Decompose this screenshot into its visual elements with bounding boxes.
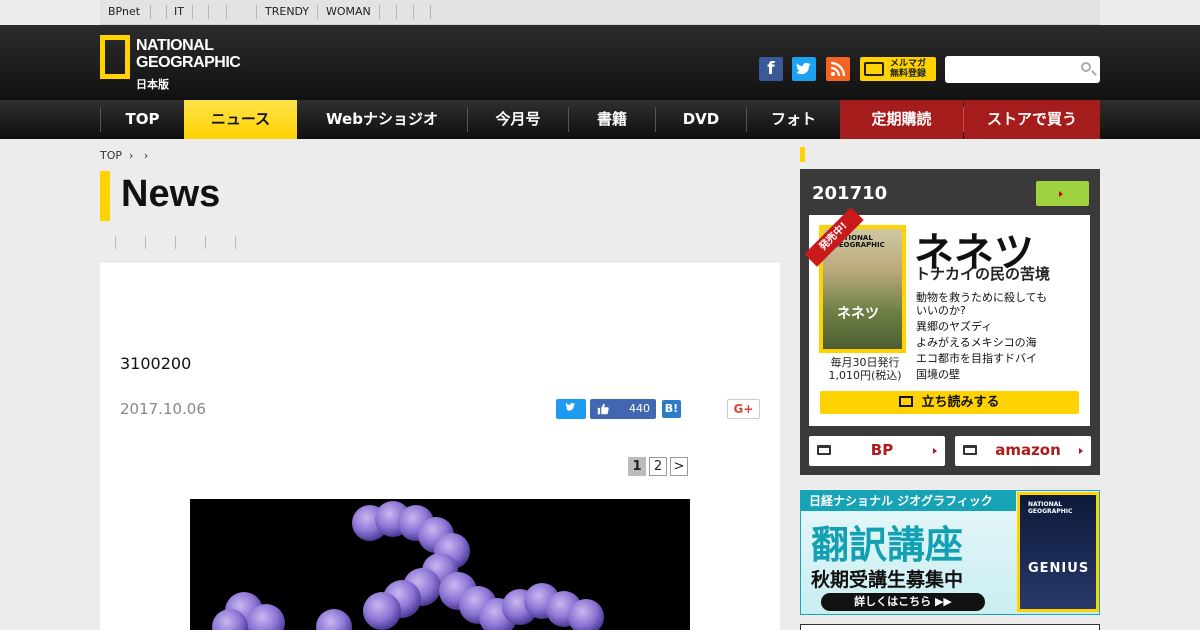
banner-cover-word: GENIUS	[1028, 561, 1090, 576]
mail-magazine-button[interactable]: メルマガ 無料登録	[860, 57, 936, 81]
banner-subtitle: 秋期受講生募集中	[811, 569, 964, 591]
buy-amazon-label: amazon	[995, 441, 1061, 459]
nav-top[interactable]: TOP	[101, 100, 184, 139]
link-trendy[interactable]: TRENDY	[265, 5, 309, 18]
subnav-divider	[235, 236, 236, 249]
buy-bp-button[interactable]: BP	[809, 436, 945, 466]
article-card: 3100200 2017.10.06 440 B! G+ 1 2 >	[100, 263, 780, 630]
contents-item: 国境の壁	[916, 368, 960, 381]
twitter-icon[interactable]	[792, 57, 816, 81]
site-logo[interactable]: NATIONAL GEOGRAPHIC	[136, 37, 241, 71]
cover-title: ネネツ	[837, 306, 879, 322]
cart-icon	[817, 445, 831, 455]
logo-edition: 日本版	[136, 78, 169, 91]
divider	[256, 5, 257, 19]
issue-number: 201710	[812, 183, 888, 204]
google-plus-button[interactable]: G+	[727, 399, 760, 419]
mailmag-label-2: 無料登録	[890, 69, 927, 79]
breadcrumb: TOP › ›	[100, 149, 148, 162]
banner-header: 日経ナショナル ジオグラフィック	[801, 491, 1016, 511]
ad-slot	[800, 624, 1100, 630]
buy-bp-label: BP	[870, 441, 894, 459]
nav-photo[interactable]: フォト	[747, 100, 840, 139]
divider	[226, 5, 227, 19]
feature-subtitle: トナカイの民の苦境	[915, 265, 1051, 283]
divider	[413, 5, 414, 19]
subnav-divider	[205, 236, 206, 249]
nav-books[interactable]: 書籍	[569, 100, 655, 139]
divider	[166, 5, 167, 19]
arrow-right-icon	[933, 448, 937, 454]
page-2[interactable]: 2	[649, 457, 667, 476]
banner-cta[interactable]: 詳しくはこちら ▶▶	[821, 593, 985, 611]
contents-list: 動物を救うために殺しても いいのか? 異郷のヤズディ よみがえるメキシコの海 エ…	[916, 290, 1047, 383]
envelope-icon	[864, 62, 884, 76]
logo-line1: NATIONAL	[136, 37, 214, 54]
banner-cover-brand: NATIONAL GEOGRAPHIC	[1028, 501, 1073, 515]
link-bpnet[interactable]: BPnet	[108, 5, 140, 18]
tweet-button[interactable]	[556, 399, 586, 419]
thumbs-up-icon	[596, 400, 610, 420]
buy-amazon-button[interactable]: amazon	[955, 436, 1091, 466]
facebook-icon[interactable]: f	[759, 57, 783, 81]
publication-schedule: 毎月30日発行	[830, 356, 900, 369]
article-photo	[190, 499, 690, 630]
search-input[interactable]	[945, 56, 1100, 83]
divider	[317, 5, 318, 19]
rss-icon[interactable]	[826, 57, 850, 81]
link-it[interactable]: IT	[174, 5, 184, 18]
page-title: News	[121, 173, 221, 215]
subnav-divider	[175, 236, 176, 249]
site-header: NATIONAL GEOGRAPHIC 日本版 f メルマガ 無料登録	[0, 25, 1200, 100]
contents-item: よみがえるメキシコの海	[916, 336, 1037, 349]
publication-info: 毎月30日発行 1,010円(税込)	[823, 356, 907, 382]
breadcrumb-top[interactable]: TOP	[100, 149, 122, 162]
logo-line2: GEOGRAPHIC	[136, 54, 241, 71]
divider	[192, 5, 193, 19]
divider	[430, 5, 431, 19]
article-headline: 3100200	[120, 354, 192, 373]
chevron-right-icon: › ›	[125, 149, 149, 162]
read-preview-button[interactable]: 立ち読みする	[820, 391, 1079, 414]
divider	[208, 5, 209, 19]
cart-icon	[963, 445, 977, 455]
title-accent-bar	[100, 171, 110, 221]
book-icon	[899, 396, 914, 407]
top-links-bar: BPnet IT TRENDY WOMAN	[100, 0, 1100, 25]
contents-item: エコ都市を目指すドバイ	[916, 352, 1037, 365]
divider	[396, 5, 397, 19]
subnav-divider	[145, 236, 146, 249]
divider	[150, 5, 151, 19]
main-nav: TOP ニュース Webナショジオ 今月号 書籍 DVD フォト 定期購読 スト…	[0, 100, 1200, 139]
magazine-card[interactable]: NATIONAL GEOGRAPHIC ネネツ 発売中! 毎月30日発行 1,0…	[804, 207, 1090, 426]
nav-webnatgeo[interactable]: Webナショジオ	[297, 100, 467, 139]
banner-title: 翻訳講座	[811, 523, 964, 567]
subnav-divider	[115, 236, 116, 249]
read-preview-label: 立ち読みする	[921, 395, 1000, 410]
mailmag-label-1: メルマガ	[890, 59, 927, 69]
nav-current-issue[interactable]: 今月号	[468, 100, 568, 139]
facebook-like-button[interactable]: 440	[590, 399, 656, 419]
logo-yellow-frame[interactable]	[100, 35, 130, 79]
nav-news[interactable]: ニュース	[184, 100, 297, 139]
nav-subscribe[interactable]: 定期購読	[840, 100, 963, 139]
publication-price: 1,010円(税込)	[828, 369, 902, 382]
nav-store[interactable]: ストアで買う	[964, 100, 1100, 139]
sidebar-accent	[800, 147, 805, 162]
search-icon[interactable]	[1081, 62, 1091, 72]
link-woman[interactable]: WOMAN	[326, 5, 371, 18]
divider	[379, 5, 380, 19]
magazine-panel: 201710 NATIONAL GEOGRAPHIC ネネツ 発売中! 毎月30…	[800, 169, 1100, 475]
contents-item: 異郷のヤズディ	[916, 320, 993, 333]
nav-dvd[interactable]: DVD	[656, 100, 746, 139]
hatena-bookmark-button[interactable]: B!	[662, 400, 681, 418]
translation-course-banner[interactable]: 日経ナショナル ジオグラフィック 翻訳講座 秋期受講生募集中 詳しくはこちら ▶…	[800, 490, 1100, 615]
page-1[interactable]: 1	[628, 457, 646, 476]
banner-cover: NATIONAL GEOGRAPHIC GENIUS	[1017, 492, 1099, 612]
page-next[interactable]: >	[670, 457, 688, 476]
arrow-right-icon	[1079, 448, 1083, 454]
issue-details-button[interactable]	[1036, 181, 1089, 206]
article-date: 2017.10.06	[120, 400, 206, 418]
like-count: 440	[629, 402, 650, 415]
